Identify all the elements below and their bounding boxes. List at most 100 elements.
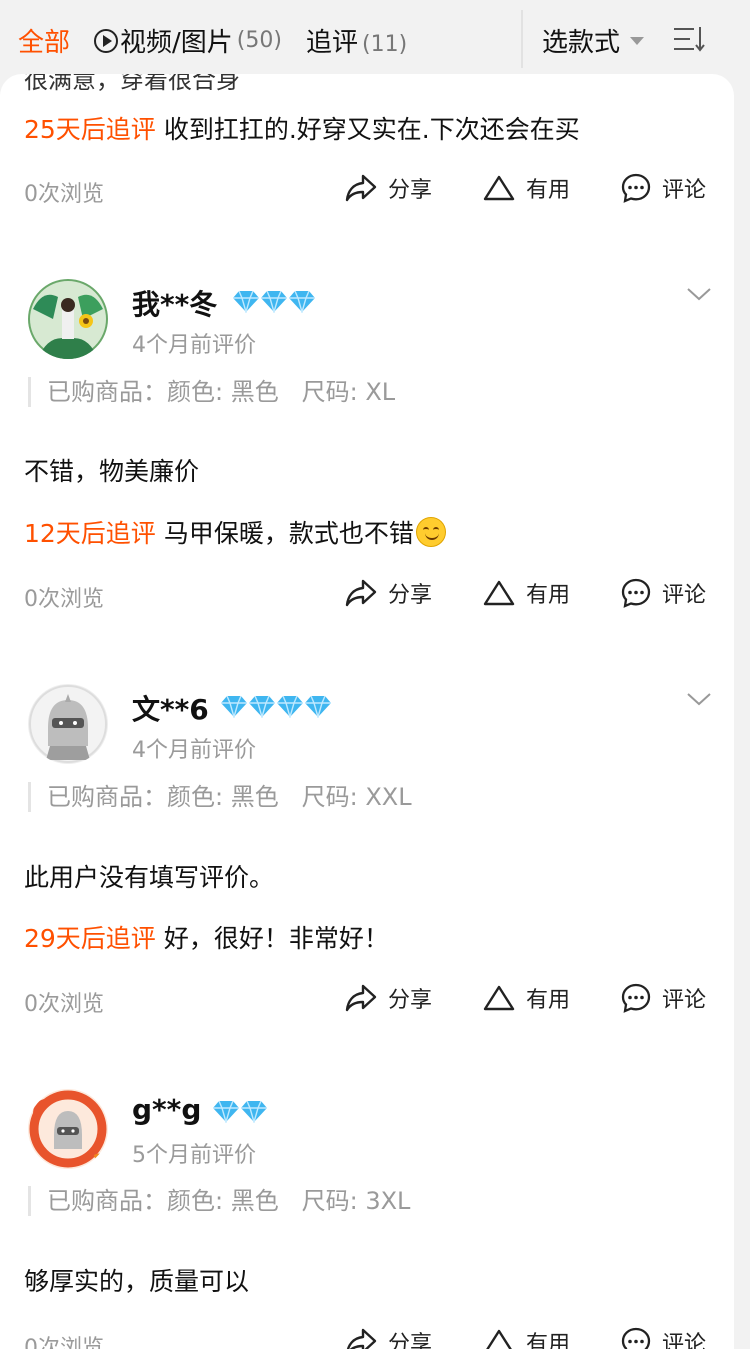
caret-down-icon bbox=[630, 36, 645, 45]
username[interactable]: 文**6 bbox=[132, 688, 209, 728]
purchased-item-info: 已购商品：颜色: 黑色 尺码: 3XL bbox=[28, 1186, 410, 1216]
view-count: 0次浏览 bbox=[24, 992, 104, 1017]
purchase-label: 已购商品： bbox=[47, 1187, 167, 1215]
chevron-down-icon[interactable] bbox=[686, 690, 712, 708]
share-icon bbox=[345, 174, 377, 202]
share-button[interactable]: 分享 bbox=[344, 1326, 432, 1349]
useful-button[interactable]: 有用 bbox=[482, 1326, 570, 1349]
avatar-image bbox=[28, 684, 108, 764]
view-count: 0次浏览 bbox=[24, 182, 104, 207]
filter-bar: 全部 视频/图片 (50) 追评 (11) 选款式 bbox=[0, 0, 750, 80]
tab-followup[interactable]: 追评 (11) bbox=[306, 22, 407, 59]
play-icon bbox=[94, 28, 118, 53]
smile-emoji-icon bbox=[415, 517, 446, 547]
comment-button[interactable]: 评论 bbox=[620, 982, 706, 1014]
purchase-size: 尺码: XXL bbox=[301, 783, 412, 811]
followup-text: 好，很好！非常好！ bbox=[163, 924, 389, 953]
comment-label: 评论 bbox=[662, 988, 707, 1013]
followup-label: 25天后追评 bbox=[24, 115, 156, 144]
avatar[interactable] bbox=[28, 1089, 108, 1169]
purchased-item-info: 已购商品：颜色: 黑色 尺码: XXL bbox=[28, 782, 412, 812]
purchase-size: 尺码: 3XL bbox=[301, 1187, 411, 1215]
useful-label: 有用 bbox=[526, 1332, 571, 1349]
share-button[interactable]: 分享 bbox=[344, 577, 432, 609]
useful-button[interactable]: 有用 bbox=[482, 172, 570, 204]
diamond-icon bbox=[289, 290, 315, 313]
share-button[interactable]: 分享 bbox=[344, 172, 432, 204]
diamond-icon bbox=[249, 695, 275, 718]
comment-label: 评论 bbox=[662, 1332, 707, 1349]
useful-label: 有用 bbox=[526, 988, 571, 1013]
avatar-image bbox=[28, 1089, 108, 1169]
followup: 25天后追评 收到扛扛的.好穿又实在.下次还会在买 bbox=[24, 110, 580, 146]
divider bbox=[521, 10, 523, 68]
avatar[interactable] bbox=[28, 279, 108, 359]
followup-text: 收到扛扛的.好穿又实在.下次还会在买 bbox=[163, 115, 580, 144]
review-text: 此用户没有填写评价。 bbox=[24, 863, 275, 892]
purchase-size: 尺码: XL bbox=[301, 378, 396, 406]
comment-icon bbox=[621, 983, 651, 1013]
review-time: 5个月前评价 bbox=[132, 1143, 256, 1168]
followup-text: 马甲保暖，款式也不错 bbox=[163, 519, 414, 548]
thumb-up-triangle-icon bbox=[483, 175, 515, 201]
tab-media[interactable]: 视频/图片 (50) bbox=[94, 22, 282, 59]
useful-button[interactable]: 有用 bbox=[482, 577, 570, 609]
share-icon bbox=[345, 579, 377, 607]
level-diamonds bbox=[212, 1099, 268, 1123]
purchased-item-info: 已购商品：颜色: 黑色 尺码: XL bbox=[28, 377, 395, 407]
tab-all[interactable]: 全部 bbox=[18, 22, 70, 59]
thumb-up-triangle-icon bbox=[486, 1329, 512, 1349]
review-list: 很满意，穿着很合身 25天后追评 收到扛扛的.好穿又实在.下次还会在买 0次浏览 … bbox=[0, 74, 734, 1349]
comment-label: 评论 bbox=[662, 583, 707, 608]
tab-followup-label: 追评 bbox=[306, 28, 359, 58]
chevron-down-icon[interactable] bbox=[686, 285, 712, 303]
diamond-icon bbox=[213, 1100, 239, 1123]
view-count: 0次浏览 bbox=[24, 587, 104, 612]
comment-button[interactable]: 评论 bbox=[620, 577, 706, 609]
share-label: 分享 bbox=[388, 178, 433, 203]
comment-label: 评论 bbox=[662, 178, 707, 203]
username[interactable]: 我**冬 bbox=[132, 283, 217, 323]
review-actions: 0次浏览 分享 有用 评论 bbox=[0, 982, 734, 1022]
diamond-icon bbox=[241, 1100, 267, 1123]
level-diamonds bbox=[232, 289, 316, 313]
review-time: 4个月前评价 bbox=[132, 738, 256, 763]
useful-button[interactable]: 有用 bbox=[482, 982, 570, 1014]
followup: 29天后追评 好，很好！非常好！ bbox=[24, 919, 389, 955]
diamond-icon bbox=[261, 290, 287, 313]
review-time: 4个月前评价 bbox=[132, 333, 256, 358]
diamond-icon bbox=[277, 695, 303, 718]
username[interactable]: g**g bbox=[132, 1093, 201, 1126]
comment-icon bbox=[621, 173, 651, 203]
diamond-icon bbox=[221, 695, 247, 718]
useful-label: 有用 bbox=[526, 178, 571, 203]
sort-list-icon[interactable] bbox=[672, 24, 706, 54]
purchase-color: 颜色: 黑色 bbox=[167, 1187, 279, 1215]
diamond-icon bbox=[233, 290, 259, 313]
followup: 12天后追评 马甲保暖，款式也不错 bbox=[24, 514, 446, 550]
comment-icon bbox=[621, 1327, 651, 1349]
share-button[interactable]: 分享 bbox=[344, 982, 432, 1014]
review-text-cut: 很满意，穿着很合身 bbox=[24, 74, 240, 94]
comment-button[interactable]: 评论 bbox=[620, 172, 706, 204]
tab-media-count: (50) bbox=[236, 28, 282, 53]
avatar-image bbox=[28, 279, 108, 359]
review-actions: 0次浏览 分享 有用 评论 bbox=[0, 577, 734, 617]
useful-label: 有用 bbox=[526, 583, 571, 608]
share-label: 分享 bbox=[388, 1332, 433, 1349]
comment-button[interactable]: 评论 bbox=[620, 1326, 706, 1349]
share-label: 分享 bbox=[388, 988, 433, 1013]
review-text: 够厚实的，质量可以 bbox=[24, 1267, 250, 1296]
purchase-color: 颜色: 黑色 bbox=[167, 783, 279, 811]
purchase-label: 已购商品： bbox=[47, 783, 167, 811]
style-select[interactable]: 选款式 bbox=[542, 22, 645, 59]
thumb-up-triangle-icon bbox=[483, 985, 515, 1011]
share-label: 分享 bbox=[388, 583, 433, 608]
followup-label: 29天后追评 bbox=[24, 924, 156, 953]
review-text: 不错，物美廉价 bbox=[24, 457, 200, 486]
tab-media-label: 视频/图片 bbox=[120, 28, 233, 58]
tab-followup-count: (11) bbox=[362, 32, 408, 57]
avatar[interactable] bbox=[28, 684, 108, 764]
purchase-color: 颜色: 黑色 bbox=[167, 378, 279, 406]
review-actions: 0次浏览 分享 有用 评论 bbox=[0, 1326, 734, 1349]
